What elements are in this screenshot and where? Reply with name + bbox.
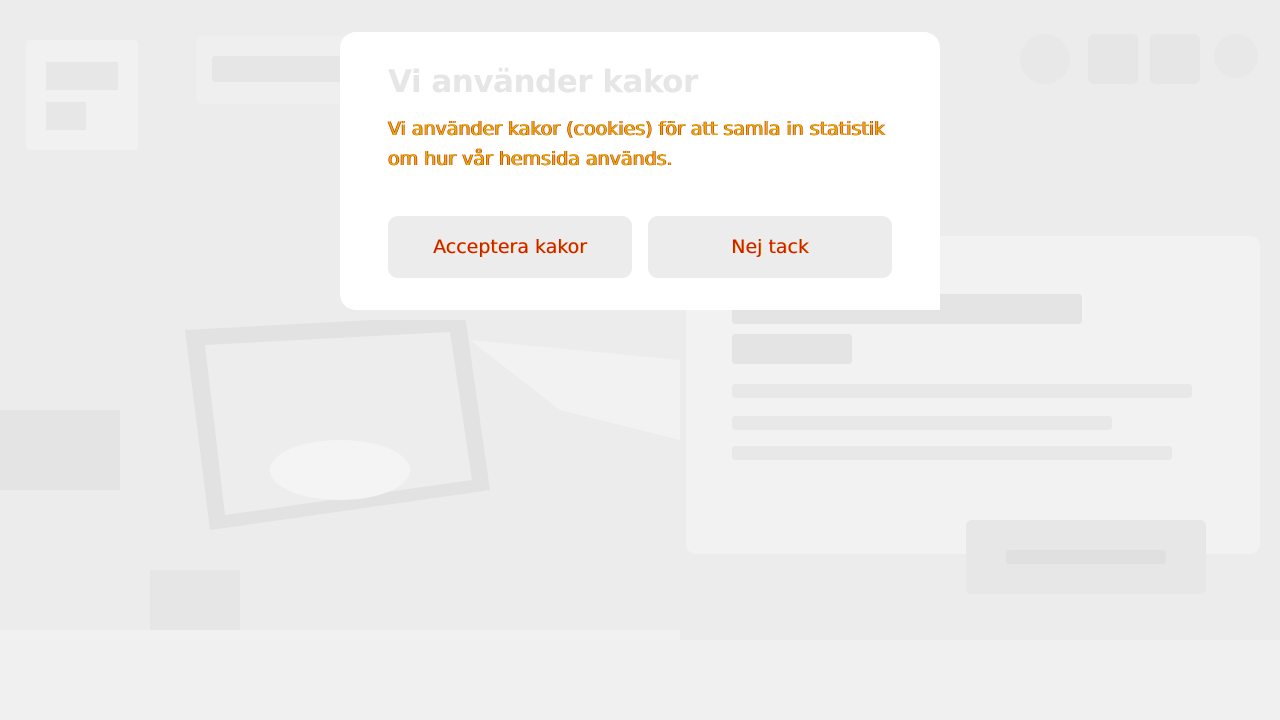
- background-user-icon: [1020, 34, 1070, 84]
- accept-cookies-button[interactable]: Acceptera kakor: [388, 216, 632, 278]
- decline-cookies-button[interactable]: Nej tack: [648, 216, 892, 278]
- page: Vi använder kakor Vi använder kakor (coo…: [0, 0, 1280, 720]
- cookie-dialog-text: Vi använder kakor (cookies) för att saml…: [388, 118, 886, 170]
- site-logo: [26, 40, 138, 150]
- background-search-icon: [1214, 34, 1258, 78]
- background-floor: [0, 640, 1280, 720]
- background-cart-icon: [1150, 34, 1200, 84]
- cookie-consent-dialog: Vi använder kakor Vi använder kakor (coo…: [340, 32, 940, 310]
- background-cta-button: [966, 520, 1206, 594]
- cookie-dialog-title: Vi använder kakor: [388, 64, 698, 100]
- background-menu-icon: [1088, 34, 1138, 84]
